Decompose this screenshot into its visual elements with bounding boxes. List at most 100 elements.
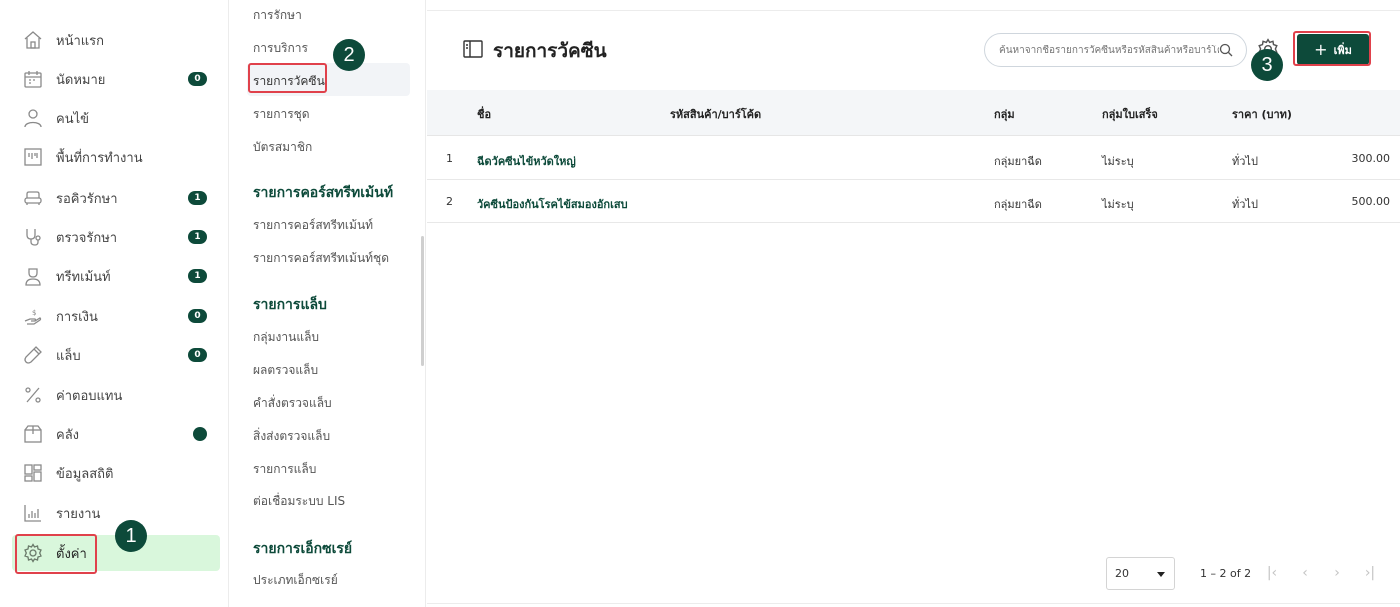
- sidebar-item-inventory[interactable]: คลัง: [12, 416, 220, 452]
- bar-chart-icon: [22, 502, 44, 524]
- row-index: 1: [446, 152, 453, 165]
- count-badge: 0: [188, 348, 207, 362]
- sidebar-item-label: แล็บ: [56, 348, 81, 364]
- bottom-divider: [427, 603, 1400, 604]
- submenu-item-lab-groups[interactable]: กลุ่มงานแล็บ: [253, 328, 319, 347]
- sidebar-item-statistics[interactable]: ข้อมูลสถิติ: [12, 455, 220, 491]
- percent-icon: [22, 384, 44, 406]
- column-header-receipt-group[interactable]: กลุ่มใบเสร็จ: [1102, 105, 1158, 123]
- highlight-add-button: [1293, 31, 1371, 66]
- page-size-value: 20: [1115, 567, 1129, 580]
- submenu-section-lab: รายการแล็บ: [253, 297, 327, 313]
- sidebar-item-label: รอคิวรักษา: [56, 191, 118, 207]
- search-icon[interactable]: [1219, 43, 1233, 57]
- page-size-select[interactable]: 20: [1106, 557, 1175, 590]
- sidebar-item-finance[interactable]: $ การเงิน 0: [12, 298, 220, 334]
- submenu-scrollbar[interactable]: [421, 236, 424, 366]
- column-header-group[interactable]: กลุ่ม: [994, 105, 1015, 123]
- submenu-item-lab-specimens[interactable]: สิ่งส่งตรวจแล็บ: [253, 427, 330, 446]
- column-header-name[interactable]: ชื่อ: [477, 105, 491, 123]
- dashboard-icon: [22, 462, 44, 484]
- sidebar-item-label: การเงิน: [56, 309, 98, 325]
- highlight-settings: [15, 534, 97, 574]
- count-badge: 0: [188, 72, 207, 86]
- search-box[interactable]: [984, 33, 1247, 67]
- count-badge: 0: [188, 309, 207, 323]
- sidebar-item-examination[interactable]: ตรวจรักษา 1: [12, 219, 220, 255]
- column-header-price[interactable]: ราคา (บาท): [1232, 105, 1292, 123]
- row-price-type: ทั่วไป: [1232, 198, 1258, 211]
- sidebar-item-label: คลัง: [56, 427, 80, 443]
- sidebar-item-label: รายงาน: [56, 506, 101, 522]
- first-page-icon[interactable]: |‹: [1262, 563, 1282, 583]
- prev-page-icon[interactable]: ‹: [1295, 563, 1315, 583]
- status-dot: [193, 427, 207, 441]
- vaccine-name-link[interactable]: วัคซีนป้องกันโรคไข้สมองอักเสบ: [477, 195, 628, 213]
- sidebar-item-workspace[interactable]: พื้นที่การทำงาน: [12, 139, 220, 175]
- sidebar-item-treatment[interactable]: ทรีทเม้นท์ 1: [12, 258, 220, 294]
- submenu-item-lab-orders[interactable]: คำสั่งตรวจแล็บ: [253, 394, 332, 413]
- count-badge: 1: [188, 230, 207, 244]
- row-index: 2: [446, 195, 453, 208]
- submenu-item-treatment[interactable]: การรักษา: [253, 6, 302, 25]
- sidebar-item-home[interactable]: หน้าแรก: [12, 22, 220, 58]
- workspace-icon: [22, 146, 44, 168]
- submenu-item-treatment-course-sets[interactable]: รายการคอร์สทรีทเม้นท์ชุด: [253, 249, 389, 268]
- last-page-icon[interactable]: ›|: [1360, 563, 1380, 583]
- count-badge: 1: [188, 191, 207, 205]
- row-group: กลุ่มยาฉีด: [994, 155, 1042, 168]
- top-divider: [427, 10, 1400, 11]
- row-price-type: ทั่วไป: [1232, 155, 1258, 168]
- sidebar-item-appointments[interactable]: นัดหมาย 0: [12, 61, 220, 97]
- user-icon: [22, 107, 44, 129]
- chevron-down-icon: [1157, 572, 1165, 577]
- sidebar-item-label: คนไข้: [56, 111, 90, 127]
- table-row[interactable]: 1 ฉีดวัคซีนไข้หวัดใหญ่ กลุ่มยาฉีด ไม่ระบ…: [427, 137, 1400, 180]
- sidebar-item-label: หน้าแรก: [56, 33, 104, 49]
- stethoscope-icon: [22, 226, 44, 248]
- submenu-item-treatment-courses[interactable]: รายการคอร์สทรีทเม้นท์: [253, 216, 373, 235]
- row-group: กลุ่มยาฉีด: [994, 198, 1042, 211]
- column-header-code[interactable]: รหัสสินค้า/บาร์โค้ด: [670, 105, 761, 123]
- pagination-info: 1 – 2 of 2: [1200, 567, 1252, 580]
- sidebar-item-patients[interactable]: คนไข้: [12, 100, 220, 136]
- row-receipt-group: ไม่ระบุ: [1102, 198, 1134, 211]
- sidebar-item-lab[interactable]: แล็บ 0: [12, 337, 220, 373]
- sidebar-item-reports[interactable]: รายงาน: [12, 495, 220, 531]
- vaccine-name-link[interactable]: ฉีดวัคซีนไข้หวัดใหญ่: [477, 152, 576, 170]
- row-price: 300.00: [1351, 152, 1391, 165]
- submenu-item-lab-list[interactable]: รายการแล็บ: [253, 460, 316, 479]
- step-marker-2: 2: [333, 39, 365, 71]
- count-badge: 1: [188, 269, 207, 283]
- submenu-item-member-cards[interactable]: บัตรสมาชิก: [253, 138, 312, 157]
- search-input[interactable]: [999, 44, 1219, 56]
- submenu-item-xray-types[interactable]: ประเภทเอ็กซเรย์: [253, 571, 338, 590]
- main-sidebar: หน้าแรก นัดหมาย 0 คนไข้ พื้นที่การทำงาน …: [0, 0, 229, 607]
- step-marker-3: 3: [1251, 49, 1283, 81]
- row-price: 500.00: [1351, 195, 1391, 208]
- sidebar-toggle-icon[interactable]: [463, 40, 483, 58]
- main-content: รายการวัคซีน + เพิ่ม ชื่อ รหัสสินค้า/บาร…: [427, 0, 1400, 607]
- submenu-section-treatment-courses: รายการคอร์สทรีทเม้นท์: [253, 185, 394, 201]
- submenu-item-services[interactable]: การบริการ: [253, 39, 308, 58]
- sofa-icon: [22, 187, 44, 209]
- table-row[interactable]: 2 วัคซีนป้องกันโรคไข้สมองอักเสบ กลุ่มยาฉ…: [427, 180, 1400, 223]
- sidebar-item-label: ทรีทเม้นท์: [56, 269, 111, 285]
- sidebar-item-compensation[interactable]: ค่าตอบแทน: [12, 377, 220, 413]
- doctor-icon: [22, 265, 44, 287]
- test-tube-icon: [22, 344, 44, 366]
- submenu-section-xray: รายการเอ็กซเรย์: [253, 541, 353, 557]
- submenu-item-lab-results[interactable]: ผลตรวจแล็บ: [253, 361, 318, 380]
- submenu-item-packages[interactable]: รายการชุด: [253, 105, 310, 124]
- sidebar-item-waiting-queue[interactable]: รอคิวรักษา 1: [12, 180, 220, 216]
- sidebar-item-label: ข้อมูลสถิติ: [56, 466, 114, 482]
- submenu-item-lis-integration[interactable]: ต่อเชื่อมระบบ LIS: [253, 492, 345, 511]
- box-icon: [22, 423, 44, 445]
- next-page-icon[interactable]: ›: [1327, 563, 1347, 583]
- sidebar-item-label: ตรวจรักษา: [56, 230, 118, 246]
- step-marker-1: 1: [115, 520, 147, 552]
- highlight-vaccine-list: [248, 63, 327, 93]
- sidebar-item-label: นัดหมาย: [56, 72, 106, 88]
- table-header: ชื่อ รหัสสินค้า/บาร์โค้ด กลุ่ม กลุ่มใบเส…: [427, 90, 1400, 136]
- money-hand-icon: $: [22, 305, 44, 327]
